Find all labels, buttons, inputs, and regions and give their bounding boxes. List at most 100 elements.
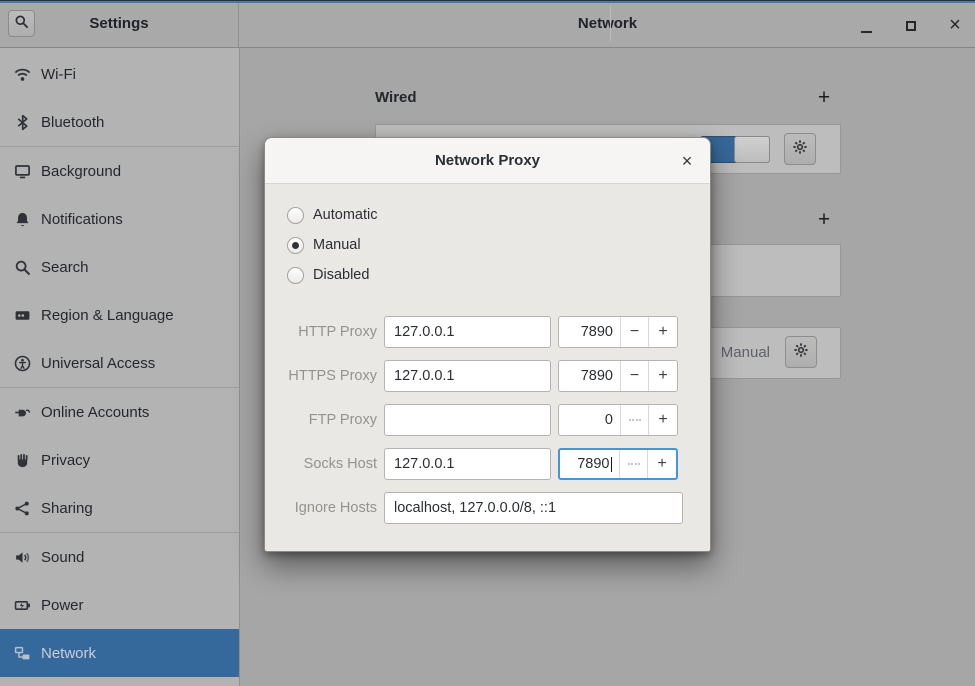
search-button[interactable]	[8, 10, 35, 37]
proxy-settings-button[interactable]	[785, 336, 817, 368]
switch-knob	[734, 136, 770, 163]
headerbar: Settings Network ×	[0, 0, 975, 48]
sidebar-item-privacy[interactable]: Privacy	[0, 436, 239, 484]
plus-icon: +	[657, 455, 667, 472]
radio-label: Manual	[313, 237, 361, 253]
radio-circle-selected	[287, 236, 304, 254]
plus-icon: +	[658, 411, 668, 428]
window-maximize-button[interactable]	[898, 14, 924, 38]
settings-window: Settings Network × Wi-Fi Bluetooth Backg…	[0, 0, 975, 686]
sidebar-item-bluetooth[interactable]: Bluetooth	[0, 98, 239, 146]
search-icon	[14, 259, 31, 276]
https-proxy-host-input[interactable]	[384, 360, 551, 392]
sidebar-item-search[interactable]: Search	[0, 243, 239, 291]
headerbar-separator	[610, 6, 611, 41]
sidebar-item-universal-access[interactable]: Universal Access	[0, 339, 239, 387]
sidebar-item-power[interactable]: Power	[0, 581, 239, 629]
sidebar-item-online-accounts[interactable]: Online Accounts	[0, 388, 239, 436]
sidebar-item-sharing[interactable]: Sharing	[0, 484, 239, 532]
maximize-icon	[906, 21, 916, 31]
sidebar-item-wifi[interactable]: Wi-Fi	[0, 50, 239, 98]
sidebar-item-background[interactable]: Background	[0, 147, 239, 195]
sidebar-item-label: Network	[41, 644, 97, 662]
radio-dot	[292, 241, 299, 249]
port-decrement-button[interactable]: −	[620, 317, 648, 347]
online-accounts-icon	[14, 404, 31, 421]
sidebar: Wi-Fi Bluetooth Background Notifications…	[0, 48, 240, 686]
port-increment-button[interactable]: +	[648, 361, 677, 391]
sidebar-item-label: Privacy	[41, 451, 91, 469]
radio-automatic[interactable]: Automatic	[287, 206, 377, 224]
dialog-titlebar: Network Proxy	[265, 138, 710, 184]
port-value[interactable]: 7890	[559, 317, 620, 347]
app-title: Settings	[89, 15, 149, 32]
radio-label: Disabled	[313, 267, 370, 283]
background-icon	[14, 163, 31, 180]
headerbar-left: Settings	[0, 0, 239, 47]
sidebar-item-label: Wi-Fi	[41, 65, 76, 83]
http-proxy-host-input[interactable]	[384, 316, 551, 348]
dialog-title: Network Proxy	[434, 152, 541, 169]
port-value[interactable]: 7890	[559, 361, 620, 391]
socks-port-spinner-focused: 7890 +	[558, 448, 678, 480]
search-icon	[14, 14, 29, 34]
dialog-close-button[interactable]: ×	[676, 150, 698, 172]
minus-disabled-icon	[627, 463, 640, 465]
sidebar-item-label: Region & Language	[41, 306, 174, 324]
port-increment-button[interactable]: +	[648, 405, 677, 435]
minimize-icon	[860, 31, 872, 33]
sidebar-item-label: Sound	[41, 548, 85, 566]
radio-disabled[interactable]: Disabled	[287, 266, 369, 284]
gear-icon	[792, 139, 808, 160]
sidebar-item-label: Universal Access	[41, 354, 156, 372]
window-close-button[interactable]: ×	[941, 11, 969, 39]
network-proxy-dialog: Network Proxy × Automatic Manual Disable…	[264, 137, 711, 552]
http-proxy-port-spinner: 7890 − +	[558, 316, 678, 348]
region-language-icon	[14, 307, 31, 324]
sidebar-item-notifications[interactable]: Notifications	[0, 195, 239, 243]
add-vpn-button[interactable]: +	[813, 208, 835, 232]
ftp-proxy-label: FTP Proxy	[308, 412, 377, 428]
sidebar-item-label: Background	[41, 162, 122, 180]
window-minimize-button[interactable]	[853, 14, 879, 38]
share-icon	[14, 500, 31, 517]
radio-circle	[287, 266, 304, 284]
ftp-proxy-port-spinner: 0 +	[558, 404, 678, 436]
sidebar-item-label: Bluetooth	[41, 113, 105, 131]
bell-icon	[14, 211, 31, 228]
battery-icon	[14, 597, 31, 614]
close-icon: ×	[949, 13, 961, 36]
socks-host-label: Socks Host	[303, 456, 377, 472]
sidebar-item-network[interactable]: Network	[0, 629, 239, 677]
wired-settings-button[interactable]	[784, 133, 816, 165]
port-decrement-button-disabled	[620, 405, 648, 435]
socks-host-input[interactable]	[384, 448, 551, 480]
universal-access-icon	[14, 355, 31, 372]
radio-manual[interactable]: Manual	[287, 236, 361, 254]
port-decrement-button-disabled	[619, 450, 647, 478]
port-decrement-button[interactable]: −	[620, 361, 648, 391]
speaker-icon	[14, 549, 31, 566]
network-icon	[14, 645, 31, 662]
privacy-hand-icon	[14, 452, 31, 469]
ftp-proxy-host-input[interactable]	[384, 404, 551, 436]
close-icon: ×	[681, 150, 693, 171]
add-wired-connection-button[interactable]: +	[813, 86, 835, 110]
sidebar-item-region-language[interactable]: Region & Language	[0, 291, 239, 339]
text-caret	[610, 456, 612, 472]
ignore-hosts-input[interactable]	[384, 492, 683, 524]
port-value[interactable]: 7890	[560, 450, 619, 478]
window-top-edge	[0, 0, 975, 3]
port-increment-button[interactable]: +	[648, 317, 677, 347]
gear-icon	[793, 342, 809, 363]
bluetooth-icon	[14, 114, 31, 131]
plus-icon: +	[817, 208, 831, 231]
sidebar-item-sound[interactable]: Sound	[0, 533, 239, 581]
port-value[interactable]: 0	[559, 405, 620, 435]
radio-label: Automatic	[313, 207, 378, 223]
http-proxy-label: HTTP Proxy	[298, 324, 377, 340]
sidebar-item-label: Online Accounts	[41, 403, 150, 421]
port-increment-button[interactable]: +	[647, 450, 676, 478]
wired-section-title: Wired	[375, 89, 417, 106]
https-proxy-port-spinner: 7890 − +	[558, 360, 678, 392]
